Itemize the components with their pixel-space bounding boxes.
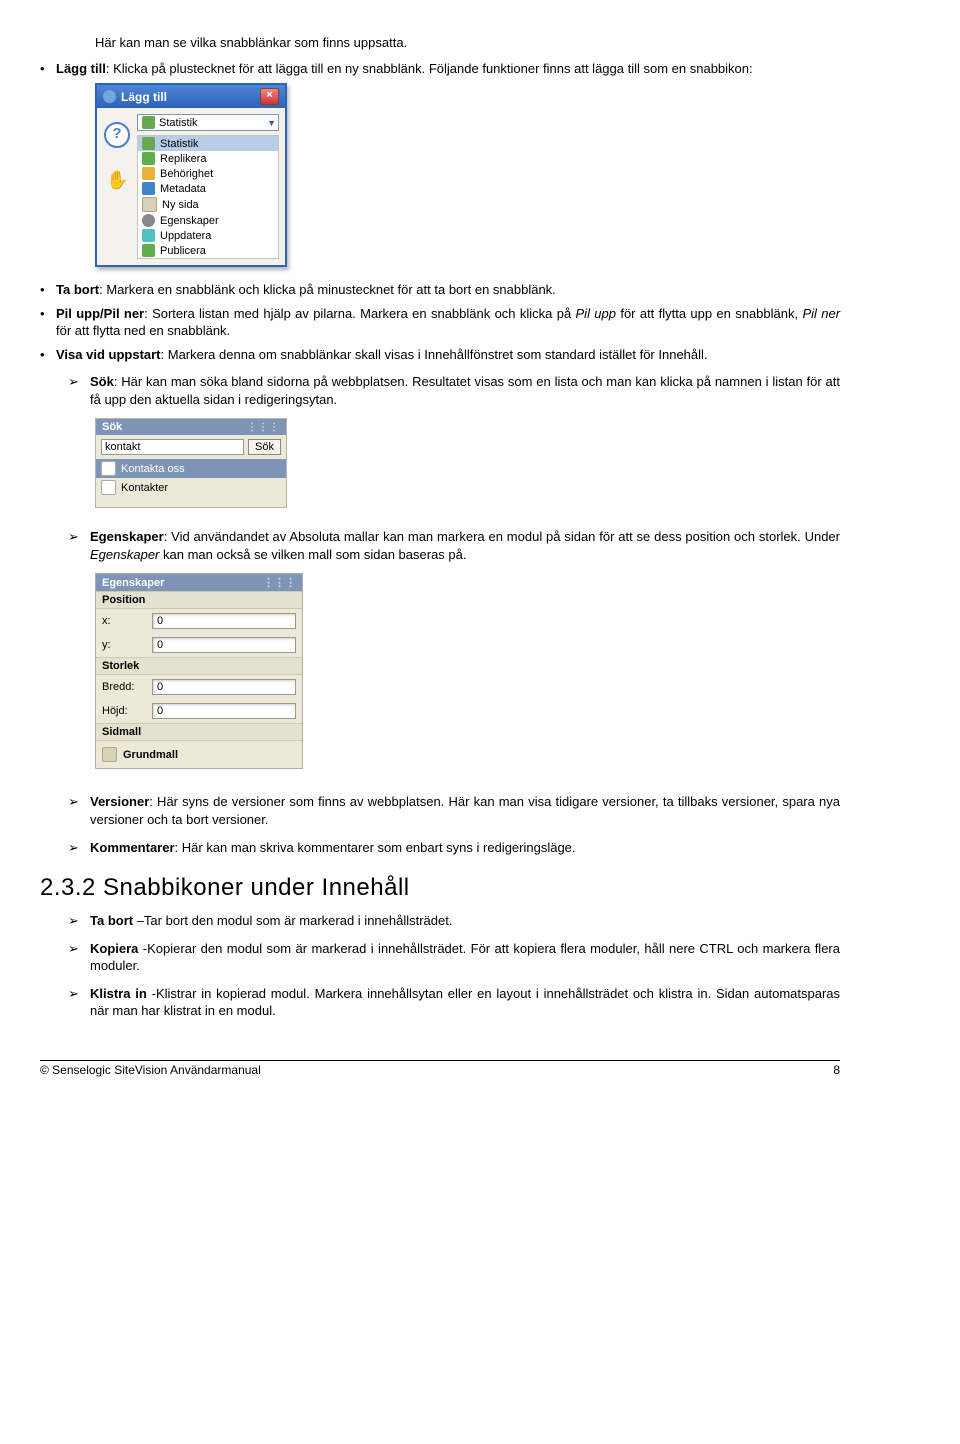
properties-panel-title: Egenskaper ⋮⋮⋮ (96, 574, 302, 591)
lagg-till-item: Lägg till: Klicka på plustecknet för att… (40, 60, 840, 78)
visa-item: Visa vid uppstart: Markera denna om snab… (40, 346, 840, 364)
drag-handle-icon[interactable]: ⋮⋮⋮ (263, 576, 296, 589)
position-section: Position (96, 591, 302, 609)
y-label: y: (102, 639, 146, 651)
width-label: Bredd: (102, 681, 146, 693)
refresh-icon (142, 229, 155, 242)
sok-section: Sök: Här kan man söka bland sidorna på w… (68, 373, 840, 408)
dialog-title: Lägg till (121, 90, 167, 104)
template-section: Sidmall (96, 723, 302, 741)
search-button[interactable]: Sök (248, 439, 281, 455)
snabb-klistra: Klistra in -Klistrar in kopierad modul. … (68, 985, 840, 1020)
stat-icon (142, 137, 155, 150)
add-dialog: Lägg till × ? ✋ Statistik ▼ Statistik (95, 83, 287, 267)
newpage-icon (142, 197, 157, 212)
width-field[interactable]: 0 (152, 679, 296, 695)
properties-icon (142, 214, 155, 227)
kommentarer-section: Kommentarer: Här kan man skriva kommenta… (68, 839, 840, 857)
pil-label: Pil upp/Pil ner (56, 306, 144, 321)
list-item[interactable]: Uppdatera (138, 228, 278, 243)
search-input[interactable]: kontakt (101, 439, 244, 455)
height-field[interactable]: 0 (152, 703, 296, 719)
list-item[interactable]: Replikera (138, 151, 278, 166)
list-item[interactable]: Behörighet (138, 166, 278, 181)
list-item[interactable]: Metadata (138, 181, 278, 196)
dialog-titlebar: Lägg till × (97, 85, 285, 108)
template-icon (102, 747, 117, 762)
kommentarer-label: Kommentarer (90, 840, 175, 855)
section-heading: 2.3.2 Snabbikoner under Innehåll (40, 874, 840, 902)
visa-text: : Markera denna om snabblänkar skall vis… (161, 347, 708, 362)
list-item[interactable]: Statistik (138, 136, 278, 151)
select-value: Statistik (159, 117, 198, 129)
stat-icon (142, 116, 155, 129)
sok-text: : Här kan man söka bland sidorna på webb… (90, 374, 840, 407)
tabort-label: Ta bort (56, 282, 99, 297)
app-icon (103, 90, 116, 103)
permission-icon (142, 167, 155, 180)
x-field[interactable]: 0 (152, 613, 296, 629)
help-icon: ? (104, 122, 130, 148)
snabb-tabort: Ta bort –Tar bort den modul som är marke… (68, 912, 840, 930)
template-name: Grundmall (123, 749, 178, 761)
tabort-text: : Markera en snabblänk och klicka på min… (99, 282, 556, 297)
type-select[interactable]: Statistik ▼ (137, 114, 279, 131)
versioner-section: Versioner: Här syns de versioner som fin… (68, 793, 840, 828)
height-label: Höjd: (102, 705, 146, 717)
lagg-till-text: : Klicka på plustecknet för att lägga ti… (106, 61, 753, 76)
page-icon (101, 480, 116, 495)
search-panel-title: Sök ⋮⋮⋮ (96, 419, 286, 435)
page-number: 8 (833, 1063, 840, 1077)
search-result-item[interactable]: Kontakter (96, 478, 286, 497)
pil-item: Pil upp/Pil ner: Sortera listan med hjäl… (40, 305, 840, 340)
egen-label: Egenskaper (90, 529, 164, 544)
list-item[interactable]: Publicera (138, 243, 278, 258)
sok-label: Sök (90, 374, 114, 389)
list-item[interactable]: Egenskaper (138, 213, 278, 228)
hand-icon: ✋ (106, 170, 128, 192)
options-list: Statistik Replikera Behörighet Metadata … (137, 135, 279, 259)
snabb-kopiera: Kopiera -Kopierar den modul som är marke… (68, 940, 840, 975)
drag-handle-icon[interactable]: ⋮⋮⋮ (247, 422, 280, 433)
metadata-icon (142, 182, 155, 195)
egenskaper-section: Egenskaper: Vid användandet av Absoluta … (68, 528, 840, 563)
close-icon[interactable]: × (260, 88, 279, 105)
footer-left: © Senselogic SiteVision Användarmanual (40, 1063, 261, 1077)
publish-icon (142, 244, 155, 257)
y-field[interactable]: 0 (152, 637, 296, 653)
size-section: Storlek (96, 657, 302, 675)
intro-text: Här kan man se vilka snabblänkar som fin… (95, 34, 840, 52)
search-panel: Sök ⋮⋮⋮ kontakt Sök Kontakta oss Kontakt… (95, 418, 287, 508)
tabort-item: Ta bort: Markera en snabblänk och klicka… (40, 281, 840, 299)
x-label: x: (102, 615, 146, 627)
lagg-till-label: Lägg till (56, 61, 106, 76)
replicate-icon (142, 152, 155, 165)
visa-label: Visa vid uppstart (56, 347, 161, 362)
page-icon (101, 461, 116, 476)
chevron-down-icon: ▼ (267, 118, 276, 128)
versioner-label: Versioner (90, 794, 149, 809)
properties-panel: Egenskaper ⋮⋮⋮ Position x: 0 y: 0 Storle… (95, 573, 303, 769)
search-result-item[interactable]: Kontakta oss (96, 459, 286, 478)
list-item[interactable]: Ny sida (138, 196, 278, 213)
page-footer: © Senselogic SiteVision Användarmanual 8 (40, 1060, 840, 1077)
